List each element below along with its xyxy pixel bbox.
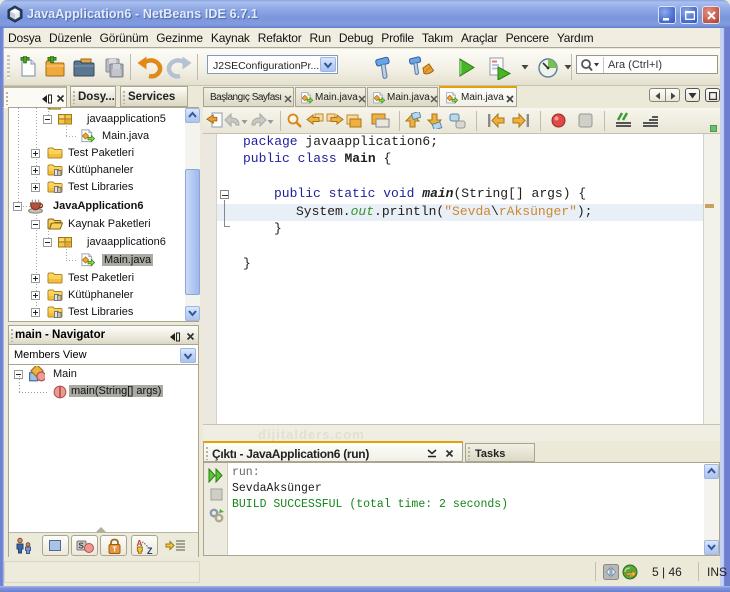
svg-text:Z: Z <box>147 546 153 555</box>
svg-text:T: T <box>113 547 118 554</box>
svg-text:S: S <box>79 542 85 551</box>
